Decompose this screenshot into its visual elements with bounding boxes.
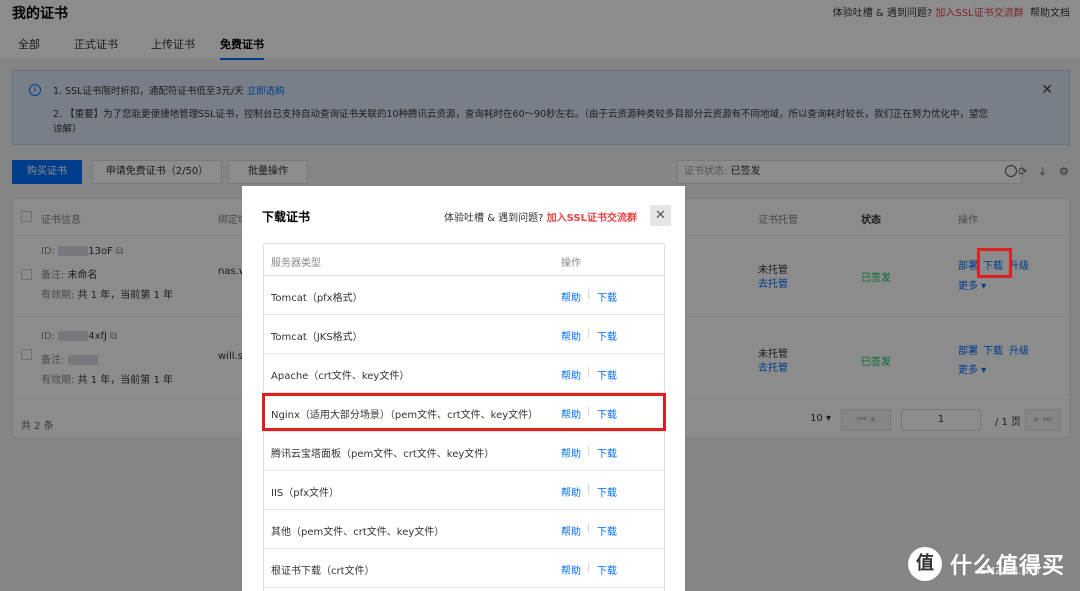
server-type-name: 根证书下载（crt文件） — [271, 566, 375, 577]
download-link[interactable]: 下载 — [597, 523, 617, 538]
server-row: Apache（crt文件、key文件） 帮助 | 下载 — [264, 354, 664, 393]
separator: | — [587, 367, 591, 378]
help-link[interactable]: 帮助 — [561, 328, 581, 343]
server-table-header: 服务器类型 操作 — [264, 244, 664, 276]
download-link[interactable]: 下载 — [597, 289, 617, 304]
server-type-name: 其他（pem文件、crt文件、key文件） — [271, 527, 445, 538]
help-link[interactable]: 帮助 — [561, 484, 581, 499]
server-row: 腾讯云宝塔面板（pem文件、crt文件、key文件） 帮助 | 下载 — [264, 432, 664, 471]
dialog-title: 下载证书 — [262, 210, 311, 224]
download-link[interactable]: 下载 — [597, 562, 617, 577]
help-link[interactable]: 帮助 — [561, 523, 581, 538]
watermark: 值 什么值得买 SMZDM.NET — [908, 545, 1073, 585]
feedback-text: 体验吐槽 & 遇到问题? — [444, 213, 544, 224]
separator: | — [587, 562, 591, 573]
server-type-name: Tomcat（JKS格式） — [271, 332, 363, 343]
download-link[interactable]: 下载 — [597, 484, 617, 499]
separator: | — [587, 445, 591, 456]
col-server-type: 服务器类型 — [271, 258, 321, 269]
server-row: IIS（pfx文件） 帮助 | 下载 — [264, 471, 664, 510]
separator: | — [587, 289, 591, 300]
watermark-sub: SMZDM.NET — [980, 566, 1042, 577]
server-type-name: Tomcat（pfx格式） — [271, 293, 363, 304]
server-type-name: Apache（crt文件、key文件） — [271, 371, 410, 382]
download-cert-dialog: 下载证书 体验吐槽 & 遇到问题? 加入SSL证书交流群 ✕ 服务器类型 操作 … — [242, 186, 685, 591]
separator: | — [587, 484, 591, 495]
help-link[interactable]: 帮助 — [561, 562, 581, 577]
download-link-highlight — [977, 248, 1012, 278]
separator: | — [587, 523, 591, 534]
nginx-row-highlight — [262, 393, 666, 431]
watermark-logo: 值 — [908, 547, 942, 581]
help-link[interactable]: 帮助 — [561, 445, 581, 460]
join-group-link[interactable]: 加入SSL证书交流群 — [547, 213, 637, 224]
download-link[interactable]: 下载 — [597, 328, 617, 343]
server-row: Tomcat（JKS格式） 帮助 | 下载 — [264, 315, 664, 354]
help-link[interactable]: 帮助 — [561, 367, 581, 382]
server-type-name: 腾讯云宝塔面板（pem文件、crt文件、key文件） — [271, 449, 495, 460]
download-link[interactable]: 下载 — [597, 367, 617, 382]
server-row: 其他（pem文件、crt文件、key文件） 帮助 | 下载 — [264, 510, 664, 549]
dialog-header-links: 体验吐槽 & 遇到问题? 加入SSL证书交流群 — [444, 209, 637, 224]
server-row: Tomcat（pfx格式） 帮助 | 下载 — [264, 276, 664, 315]
server-row: 根证书下载（crt文件） 帮助 | 下载 — [264, 549, 664, 588]
download-link[interactable]: 下载 — [597, 445, 617, 460]
separator: | — [587, 328, 591, 339]
close-icon[interactable]: ✕ — [650, 205, 671, 226]
server-type-name: IIS（pfx文件） — [271, 488, 340, 499]
col-action: 操作 — [561, 258, 581, 269]
help-link[interactable]: 帮助 — [561, 289, 581, 304]
